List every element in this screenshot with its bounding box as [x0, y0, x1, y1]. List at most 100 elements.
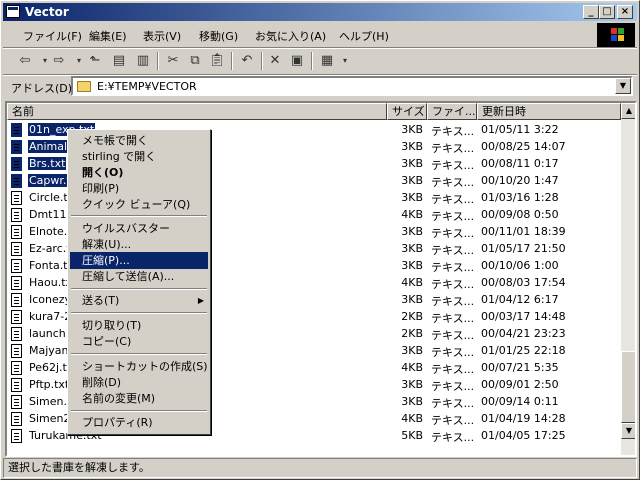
column-header-size[interactable]: サイズ	[387, 103, 427, 120]
file-type: テキス...	[431, 414, 475, 427]
delete-icon[interactable]: ✕	[265, 52, 285, 70]
menu-open[interactable]: 開く(O)	[70, 164, 208, 181]
file-size: 2KB	[401, 327, 423, 340]
address-dropdown-button[interactable]: ▼	[615, 78, 631, 94]
menu-view[interactable]: 表示(V)	[143, 28, 181, 44]
properties-icon[interactable]: ▣	[287, 52, 307, 70]
paste-icon[interactable]: 📋︎	[207, 52, 227, 70]
menu-create-shortcut[interactable]: ショートカットの作成(S)	[70, 358, 208, 375]
file-size: 4KB	[401, 361, 423, 374]
menu-virus-buster[interactable]: ウイルスバスター	[70, 220, 208, 237]
maximize-button[interactable]: □	[599, 5, 615, 19]
map-drive-icon[interactable]: ▤	[109, 52, 129, 70]
menu-go[interactable]: 移動(G)	[199, 28, 238, 44]
file-date: 00/08/11 0:17	[481, 157, 559, 170]
file-size: 3KB	[401, 140, 423, 153]
menu-open-stirling[interactable]: stirling で開く	[70, 148, 208, 165]
menu-delete[interactable]: 削除(D)	[70, 374, 208, 391]
text-file-icon	[11, 378, 22, 392]
address-value: E:¥TEMP¥VECTOR	[97, 80, 197, 93]
file-type: テキス...	[431, 363, 475, 376]
file-type: テキス...	[431, 295, 475, 308]
file-size: 3KB	[401, 242, 423, 255]
address-label: アドレス(D)	[11, 82, 73, 95]
scroll-down-button[interactable]: ▼	[621, 423, 635, 439]
text-file-icon	[11, 276, 22, 290]
scroll-thumb[interactable]	[621, 351, 635, 423]
menu-cut[interactable]: 切り取り(T)	[70, 317, 208, 334]
menu-compress[interactable]: 圧縮(P)...	[70, 252, 208, 269]
menu-compress-send[interactable]: 圧縮して送信(A)...	[70, 268, 208, 285]
file-size: 5KB	[401, 429, 423, 442]
file-size: 3KB	[401, 174, 423, 187]
file-date: 01/04/12 6:17	[481, 293, 559, 306]
menu-send-to-label: 送る(T)	[82, 294, 120, 307]
title-bar[interactable]: Vector _ □ ×	[3, 3, 637, 21]
file-date: 00/10/20 1:47	[481, 174, 559, 187]
file-size: 3KB	[401, 123, 423, 136]
toolbar-separator	[261, 52, 263, 70]
undo-icon[interactable]: ↶	[237, 52, 257, 70]
text-file-icon	[11, 123, 22, 137]
file-type: テキス...	[431, 312, 475, 325]
file-type: テキス...	[431, 125, 475, 138]
file-size: 3KB	[401, 225, 423, 238]
file-size: 3KB	[401, 293, 423, 306]
menu-help[interactable]: ヘルプ(H)	[339, 28, 389, 44]
menu-send-to[interactable]: 送る(T) ▶	[70, 292, 208, 309]
menu-rename[interactable]: 名前の変更(M)	[70, 390, 208, 407]
scroll-up-button[interactable]: ▲	[621, 103, 635, 119]
views-icon[interactable]: ▦	[317, 52, 337, 70]
context-menu: メモ帳で開く stirling で開く 開く(O) 印刷(P) クイック ビュー…	[67, 129, 211, 435]
submenu-arrow-icon: ▶	[197, 296, 204, 305]
window-app-icon[interactable]	[6, 5, 20, 18]
file-date: 01/05/17 21:50	[481, 242, 566, 255]
cut-icon[interactable]: ✂	[163, 52, 183, 70]
file-type: テキス...	[431, 193, 475, 206]
menu-separator	[71, 312, 207, 314]
file-type: テキス...	[431, 278, 475, 291]
text-file-icon	[11, 225, 22, 239]
file-date: 00/04/21 23:23	[481, 327, 566, 340]
column-header-name[interactable]: 名前	[7, 103, 387, 120]
menu-properties[interactable]: プロパティ(R)	[70, 414, 208, 431]
file-date: 01/04/19 14:28	[481, 412, 566, 425]
column-header-date[interactable]: 更新日時	[477, 103, 621, 120]
menu-separator	[71, 288, 207, 290]
menu-favorites[interactable]: お気に入り(A)	[255, 28, 326, 44]
menu-edit[interactable]: 編集(E)	[89, 28, 127, 44]
copy-icon[interactable]: ⧉	[185, 52, 205, 70]
disconnect-drive-icon[interactable]: ▥	[133, 52, 153, 70]
column-header-type[interactable]: ファイ...	[427, 103, 477, 120]
file-size: 3KB	[401, 191, 423, 204]
minimize-button[interactable]: _	[583, 5, 599, 19]
views-dropdown-icon[interactable]: ▾	[335, 52, 355, 70]
file-size: 3KB	[401, 259, 423, 272]
vertical-scrollbar[interactable]: ▲ ▼	[621, 103, 635, 455]
file-date: 00/03/17 14:48	[481, 310, 566, 323]
menu-extract[interactable]: 解凍(U)...	[70, 236, 208, 253]
text-file-icon	[11, 344, 22, 358]
file-size: 4KB	[401, 208, 423, 221]
address-input[interactable]: E:¥TEMP¥VECTOR ▼	[71, 76, 633, 96]
file-name: Pftp.txt	[29, 378, 70, 391]
back-icon[interactable]: ⇦	[15, 52, 35, 70]
folder-icon	[77, 81, 91, 92]
file-type: テキス...	[431, 244, 475, 257]
menu-copy[interactable]: コピー(C)	[70, 333, 208, 350]
menu-open-notepad[interactable]: メモ帳で開く	[70, 132, 208, 149]
text-file-icon	[11, 395, 22, 409]
menu-quick-viewer[interactable]: クイック ビューア(Q)	[70, 196, 208, 213]
file-size: 3KB	[401, 344, 423, 357]
menu-separator	[71, 353, 207, 355]
menu-print[interactable]: 印刷(P)	[70, 180, 208, 197]
file-type: テキス...	[431, 329, 475, 342]
close-button[interactable]: ×	[617, 5, 633, 19]
file-size: 3KB	[401, 395, 423, 408]
up-folder-icon[interactable]: ⬑	[85, 52, 105, 70]
menu-file[interactable]: ファイル(F)	[23, 28, 82, 44]
status-text: 選択した書庫を解凍します。	[8, 461, 150, 474]
text-file-icon	[11, 293, 22, 307]
forward-icon[interactable]: ⇨	[49, 52, 69, 70]
toolbar: ⇦ ▾ ⇨ ▾ ⬑ ▤ ▥ ✂ ⧉ 📋︎ ↶ ✕ ▣ ▦ ▾	[5, 50, 635, 74]
